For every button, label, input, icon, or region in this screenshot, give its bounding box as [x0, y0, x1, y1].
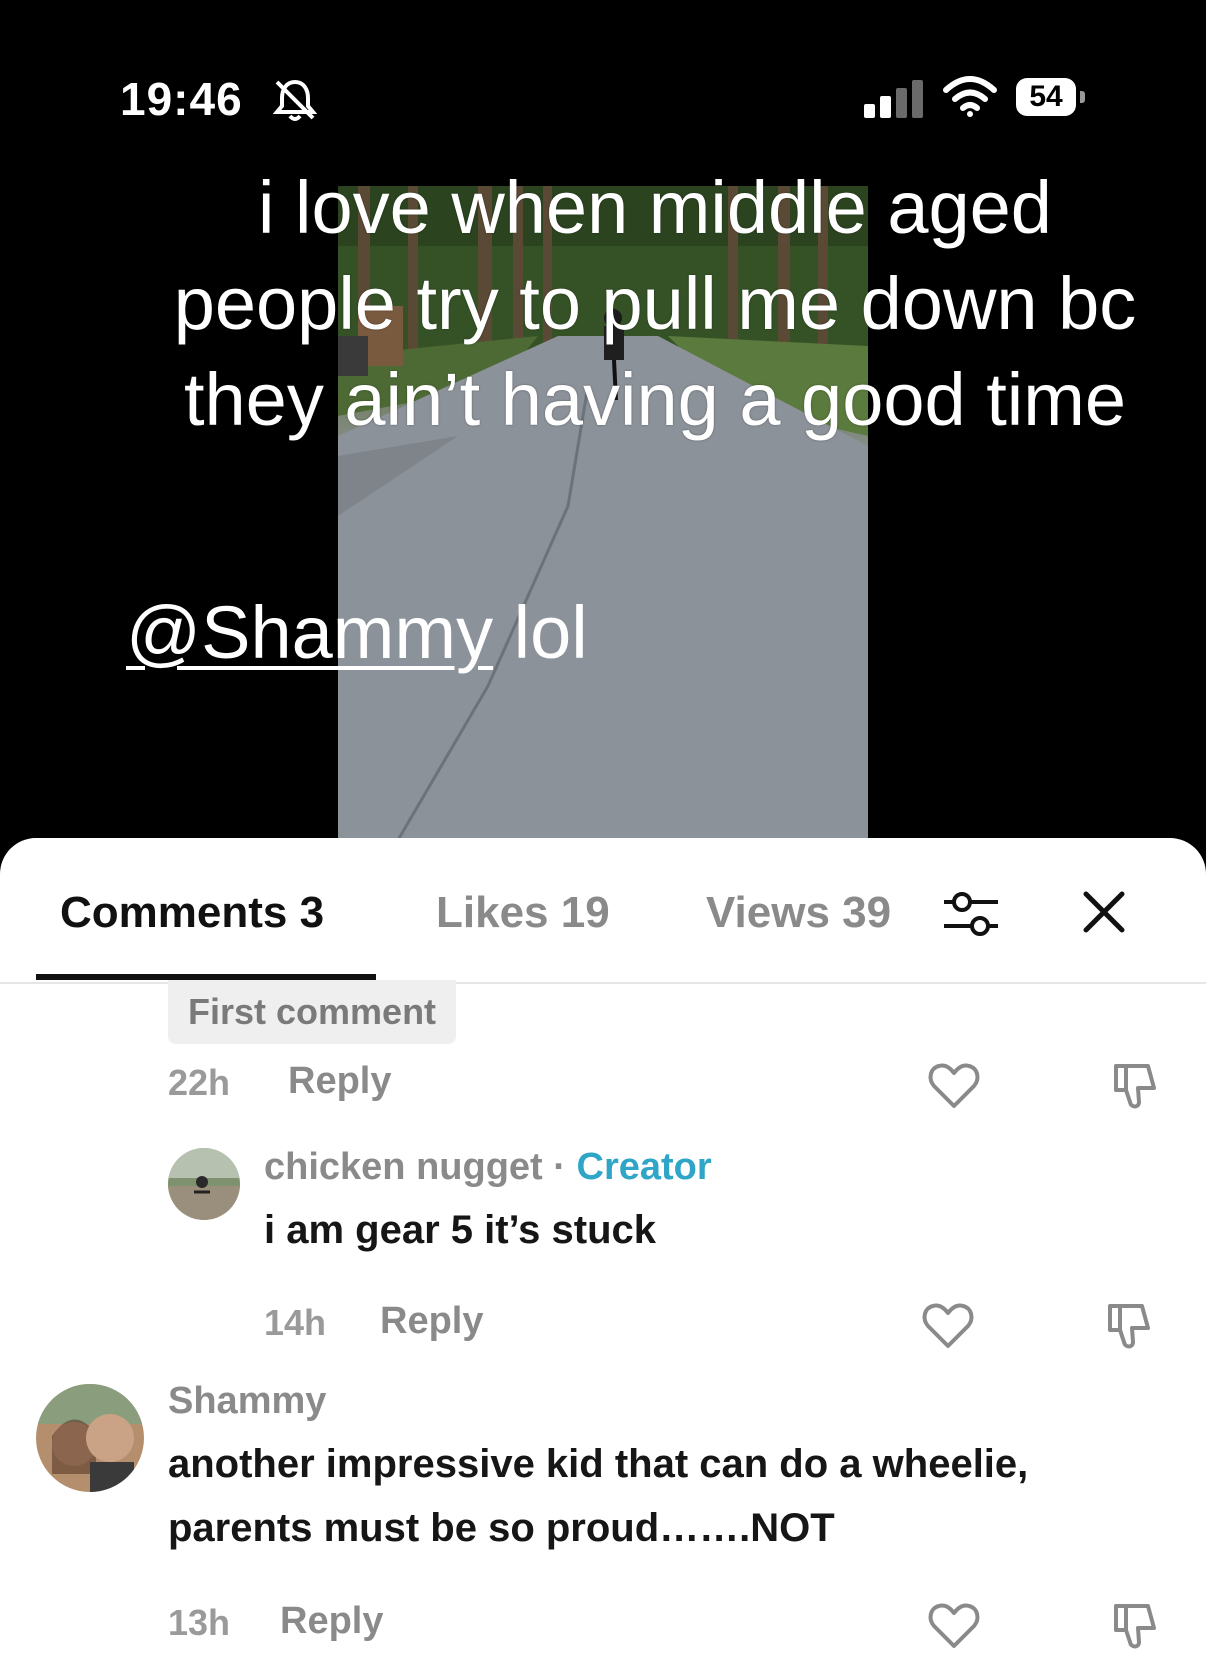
reply-button[interactable]: Reply: [380, 1300, 483, 1343]
avatar[interactable]: [168, 1148, 240, 1220]
heart-icon[interactable]: [926, 1598, 982, 1654]
separator: ·: [542, 1146, 577, 1188]
mention-suffix: lol: [493, 591, 588, 674]
clock: 19:46: [120, 73, 243, 125]
comment-time: 22h: [168, 1062, 231, 1103]
filter-icon[interactable]: [942, 886, 1000, 947]
heart-icon[interactable]: [920, 1298, 976, 1354]
comment-time: 13h: [168, 1602, 231, 1643]
video-player[interactable]: 19:46 54 i love when middle aged people …: [0, 0, 1206, 840]
status-bar: 19:46 54: [0, 0, 1206, 125]
battery-level: 54: [1029, 80, 1063, 113]
reply-button[interactable]: Reply: [288, 1060, 391, 1103]
avatar[interactable]: [36, 1384, 144, 1492]
tab-views[interactable]: Views 39: [706, 888, 906, 938]
comment-text: another impressive kid that can do a whe…: [168, 1442, 1029, 1550]
tab-likes[interactable]: Likes 19: [436, 888, 610, 938]
signal-icon: [864, 80, 926, 123]
caption-mention-line: @Shammy lol: [126, 590, 588, 676]
close-icon[interactable]: [1078, 886, 1130, 943]
comment-text: i am gear 5 it’s stuck: [264, 1208, 657, 1252]
dislike-icon[interactable]: [1098, 1298, 1154, 1354]
tab-comments[interactable]: Comments 3: [60, 888, 324, 938]
comment-time: 14h: [264, 1302, 327, 1343]
dislike-icon[interactable]: [1104, 1058, 1160, 1114]
username[interactable]: chicken nugget: [264, 1146, 543, 1188]
video-caption: i love when middle aged people try to pu…: [173, 166, 1137, 441]
creator-badge: Creator: [576, 1146, 712, 1188]
dislike-icon[interactable]: [1104, 1598, 1160, 1654]
comments-sheet: Comments 3 Likes 19 Views 39 First comme…: [0, 838, 1206, 1666]
bell-slash-icon: [272, 78, 318, 127]
comment-author[interactable]: chicken nugget · Creator: [264, 1146, 712, 1189]
mention-link[interactable]: @Shammy: [126, 591, 493, 674]
reply-button[interactable]: Reply: [280, 1600, 383, 1643]
first-comment-badge: First comment: [168, 980, 457, 1044]
heart-icon[interactable]: [926, 1058, 982, 1114]
tab-bar: Comments 3 Likes 19 Views 39: [0, 838, 1206, 984]
wifi-icon: [942, 76, 998, 123]
battery-icon: 54: [1016, 78, 1086, 118]
username[interactable]: Shammy: [168, 1380, 326, 1423]
